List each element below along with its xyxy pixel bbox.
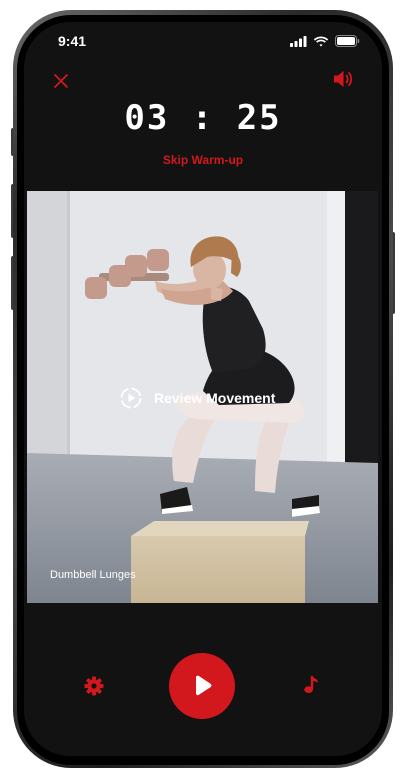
exercise-name: Dumbbell Lunges — [50, 569, 136, 581]
status-time: 9:41 — [58, 33, 87, 49]
wifi-icon — [313, 36, 329, 46]
speaker-icon — [334, 71, 352, 87]
music-button[interactable] — [301, 674, 323, 696]
bottom-controls — [24, 647, 382, 719]
play-button[interactable] — [169, 653, 235, 719]
close-icon — [54, 74, 68, 88]
signal-icon — [290, 35, 307, 47]
close-button[interactable] — [50, 70, 72, 92]
review-movement-button[interactable]: Review Movement — [120, 387, 275, 409]
skip-warmup-link[interactable]: Skip Warm-up — [24, 153, 382, 167]
exercise-video[interactable]: Review Movement Dumbbell Lunges — [27, 191, 378, 603]
phone-mockup: 9:41 03: 25 Skip Warm-up Review Movemen… — [0, 0, 406, 775]
play-icon — [196, 675, 212, 696]
countdown-timer: 03 : 25 — [124, 98, 282, 138]
app-screen: 9:41 03: 25 Skip Warm-up Review Movemen… — [24, 22, 382, 756]
music-note-icon — [304, 675, 318, 693]
review-movement-label: Review Movement — [154, 390, 276, 406]
gear-icon — [84, 676, 104, 696]
status-icons — [290, 35, 360, 47]
battery-icon — [335, 35, 360, 47]
sound-toggle-button[interactable] — [332, 68, 356, 90]
play-circle-icon — [120, 387, 142, 409]
settings-button[interactable] — [84, 676, 104, 696]
status-bar: 9:41 — [24, 22, 382, 62]
